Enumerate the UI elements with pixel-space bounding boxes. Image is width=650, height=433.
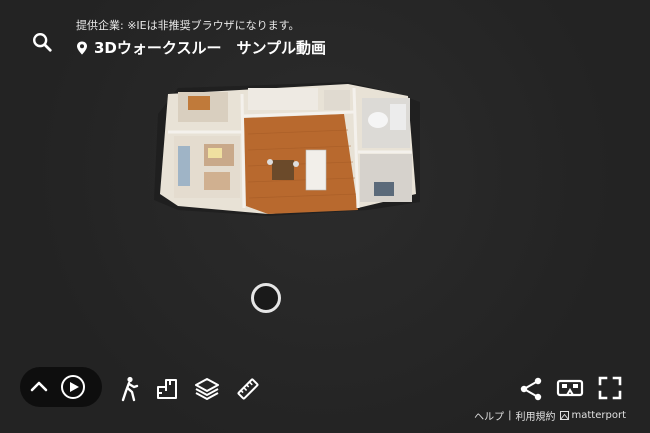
- matterport-logo-icon: [559, 411, 569, 420]
- search-button[interactable]: [30, 30, 54, 54]
- dollhouse-model-view[interactable]: [148, 74, 424, 218]
- vr-headset-icon: [556, 379, 584, 397]
- help-link[interactable]: ヘルプ: [474, 408, 504, 423]
- fullscreen-button[interactable]: [598, 376, 622, 400]
- share-button[interactable]: [518, 376, 544, 402]
- navigation-cursor[interactable]: [251, 283, 281, 313]
- dollhouse-mode-button[interactable]: [194, 376, 220, 402]
- vr-button[interactable]: [556, 376, 584, 400]
- title-row: 3Dウォークスルー サンプル動画: [76, 38, 326, 58]
- matterport-brand[interactable]: matterport: [559, 410, 626, 421]
- dollhouse-icon: [195, 378, 219, 400]
- fullscreen-icon: [598, 376, 622, 400]
- footer-separator: |: [508, 410, 512, 421]
- brand-label: matterport: [571, 410, 626, 421]
- model-header: 提供企業: ※IEは非推奨ブラウザになります。 3Dウォークスルー サンプル動画: [76, 18, 326, 58]
- floor-plan-icon: [157, 379, 177, 399]
- walking-person-icon: [121, 376, 139, 402]
- ruler-icon: [237, 378, 259, 400]
- provider-text: 提供企業: ※IEは非推奨ブラウザになります。: [76, 19, 300, 32]
- footer-links: ヘルプ | 利用規約 matterport: [474, 408, 626, 423]
- measurement-button[interactable]: [235, 376, 261, 402]
- terms-link[interactable]: 利用規約: [516, 408, 556, 423]
- walkthrough-mode-button[interactable]: [116, 376, 142, 402]
- tour-controls: [20, 367, 102, 407]
- location-pin-icon: [77, 41, 87, 55]
- search-icon: [33, 33, 52, 52]
- share-icon: [520, 377, 542, 401]
- collapse-button[interactable]: [28, 376, 50, 398]
- play-icon: [61, 375, 85, 399]
- chevron-up-icon: [30, 381, 48, 392]
- play-tour-button[interactable]: [60, 374, 86, 400]
- model-title: 3Dウォークスルー サンプル動画: [94, 39, 326, 57]
- bottom-left-controls: [20, 367, 102, 407]
- floorplan-mode-button[interactable]: [154, 376, 180, 402]
